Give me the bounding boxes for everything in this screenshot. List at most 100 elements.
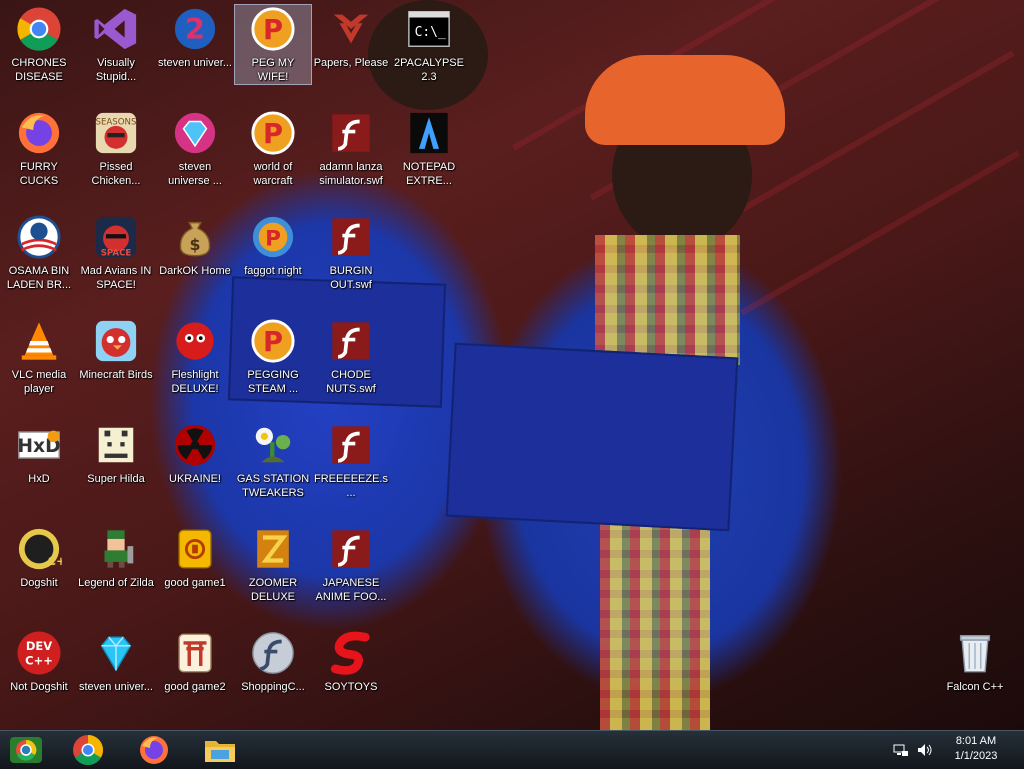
- angry-birds-seasons-icon: SEASONS: [92, 109, 140, 157]
- desktop-icon-label: Minecraft Birds: [79, 369, 153, 381]
- desktop-icon[interactable]: CHRONES DISEASE: [1, 5, 77, 84]
- svg-text:C++: C++: [25, 654, 53, 668]
- clock-date: 1/1/2023: [954, 750, 998, 762]
- desktop-icon-label: good game2: [164, 681, 226, 693]
- svg-text:SPACE: SPACE: [101, 249, 132, 259]
- desktop-icon[interactable]: C++ Dogshit: [1, 525, 77, 590]
- desktop-icon[interactable]: FREEEEEZE.s...: [313, 421, 389, 500]
- firefox-taskbar-button[interactable]: [134, 734, 174, 766]
- cpp-logo-icon: C++: [15, 525, 63, 573]
- svg-text:SEASONS: SEASONS: [96, 117, 137, 127]
- desktop-icon-label: BURGIN OUT.swf: [329, 265, 373, 291]
- svg-text:DEV: DEV: [26, 639, 52, 653]
- peggle-icon: P: [249, 5, 297, 53]
- desktop-icon[interactable]: Legend of Zilda: [78, 525, 154, 590]
- firefox-icon: [15, 109, 63, 157]
- desktop-icon-label: UKRAINE!: [169, 473, 221, 485]
- obama-logo-icon: [15, 213, 63, 261]
- desktop-icon[interactable]: adamn lanza simulator.swf: [313, 109, 389, 188]
- desktop-icon[interactable]: CHODE NUTS.swf: [313, 317, 389, 396]
- file-explorer-taskbar-button[interactable]: [200, 734, 240, 766]
- desktop-icon[interactable]: ZOOMER DELUXE: [235, 525, 311, 604]
- desktop-icon-label: FURRY CUCKS: [19, 161, 59, 187]
- desktop-icon[interactable]: Visually Stupid...: [78, 5, 154, 84]
- flash-file-icon: [327, 525, 375, 573]
- desktop-icon[interactable]: C:\_ 2PACALYPSE 2.3: [391, 5, 467, 84]
- peggle-icon: P: [249, 317, 297, 365]
- papers-please-icon: [327, 5, 375, 53]
- desktop-icon[interactable]: 2 steven univer...: [157, 5, 233, 70]
- desktop-icon-label: world of warcraft: [253, 161, 293, 187]
- desktop-icon[interactable]: NOTEPAD EXTRE...: [391, 109, 467, 188]
- desktop-icon-label: GAS STATION TWEAKERS: [236, 473, 310, 499]
- system-clock[interactable]: 8:01 AM 1/1/2023: [946, 734, 1006, 764]
- desktop-icon[interactable]: DEV C++ Not Dogshit: [1, 629, 77, 694]
- peggle-nights-icon: P: [249, 213, 297, 261]
- desktop-icon[interactable]: Falcon C++: [937, 629, 1013, 694]
- flash-player-icon: [249, 629, 297, 677]
- desktop-icon[interactable]: $ DarkOK Home: [157, 213, 233, 278]
- desktop-icon[interactable]: good game2: [157, 629, 233, 694]
- desktop-icon[interactable]: ShoppingC...: [235, 629, 311, 694]
- svg-text:C:\_: C:\_: [415, 25, 446, 40]
- svg-text:P: P: [263, 15, 283, 46]
- peggle-icon: P: [249, 109, 297, 157]
- volume-icon[interactable]: [917, 742, 933, 758]
- chrome-taskbar-button[interactable]: [68, 734, 108, 766]
- svg-text:2: 2: [185, 12, 205, 46]
- terminal-icon: C:\_: [405, 5, 453, 53]
- desktop-icon-label: CHRONES DISEASE: [11, 57, 67, 83]
- hxd-icon: HxD: [15, 421, 63, 469]
- mahjong-tile-icon: [171, 525, 219, 573]
- desktop-icon[interactable]: OSAMA BIN LADEN BR...: [1, 213, 77, 292]
- desktop-icon[interactable]: P PEGGING STEAM ...: [235, 317, 311, 396]
- steven-universe-2-icon: 2: [171, 5, 219, 53]
- desktop-icon[interactable]: good game1: [157, 525, 233, 590]
- desktop-icon-label: NOTEPAD EXTRE...: [402, 161, 456, 187]
- svg-text:P: P: [265, 227, 281, 252]
- taskbar: 8:01 AM 1/1/2023: [0, 730, 1024, 769]
- desktop-icon[interactable]: JAPANESE ANIME FOO...: [313, 525, 389, 604]
- desktop-icon-label: ShoppingC...: [241, 681, 305, 693]
- desktop-icon[interactable]: P PEG MY WIFE!: [234, 4, 312, 85]
- desktop-icon[interactable]: BURGIN OUT.swf: [313, 213, 389, 292]
- desktop-icon[interactable]: SPACE Mad Avians IN SPACE!: [78, 213, 154, 292]
- desktop-icon-label: adamn lanza simulator.swf: [319, 161, 383, 187]
- desktop-icon-label: Fleshlight DELUXE!: [171, 369, 219, 395]
- desktop-icon-label: steven universe ...: [168, 161, 222, 187]
- flash-file-icon: [327, 109, 375, 157]
- notepad-extreme-icon: [405, 109, 453, 157]
- svg-text:P: P: [263, 119, 283, 150]
- desktop-icon[interactable]: steven universe ...: [157, 109, 233, 188]
- desktop-icon-label: steven univer...: [158, 57, 232, 69]
- flash-file-icon: [327, 213, 375, 261]
- desktop-icon-label: Super Hilda: [87, 473, 145, 485]
- desktop-icon-label: CHODE NUTS.swf: [326, 369, 376, 395]
- desktop-icon[interactable]: VLC media player: [1, 317, 77, 396]
- desktop-icon[interactable]: GAS STATION TWEAKERS: [235, 421, 311, 500]
- desktop-icon[interactable]: HxD HxD: [1, 421, 77, 486]
- desktop-icon[interactable]: Pfaggot night: [235, 213, 311, 278]
- desktop-icon[interactable]: UKRAINE!: [157, 421, 233, 486]
- desktop-icon[interactable]: SOYTOYS: [313, 629, 389, 694]
- start-button[interactable]: [6, 734, 46, 766]
- s-logo-icon: [327, 629, 375, 677]
- desktop-icon[interactable]: Fleshlight DELUXE!: [157, 317, 233, 396]
- desktop-icon[interactable]: steven univer...: [78, 629, 154, 694]
- desktop-icon[interactable]: Papers, Please: [313, 5, 389, 70]
- chrome-icon: [15, 5, 63, 53]
- desktop-icon[interactable]: Pworld of warcraft: [235, 109, 311, 188]
- desktop-icon-label: faggot night: [244, 265, 302, 277]
- desktop-icon[interactable]: Minecraft Birds: [78, 317, 154, 382]
- desktop-icon[interactable]: SEASONS Pissed Chicken...: [78, 109, 154, 188]
- network-icon[interactable]: [893, 742, 909, 758]
- desktop-icon-label: OSAMA BIN LADEN BR...: [6, 265, 72, 291]
- desktop-icon-label: Visually Stupid...: [95, 57, 137, 83]
- desktop-icon[interactable]: FURRY CUCKS: [1, 109, 77, 188]
- desktop-icon-label: VLC media player: [11, 369, 67, 395]
- desktop-icon-label: HxD: [28, 473, 50, 485]
- desktop-icon[interactable]: Super Hilda: [78, 421, 154, 486]
- desktop-icon-label: Papers, Please: [313, 57, 389, 69]
- desktop-icon-label: Pissed Chicken...: [91, 161, 141, 187]
- clock-time: 8:01 AM: [955, 735, 997, 747]
